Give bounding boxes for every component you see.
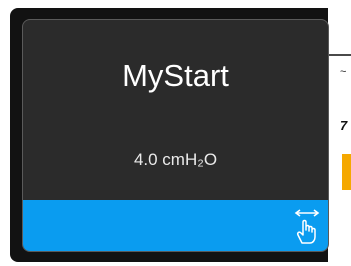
background-glyph: 7 bbox=[340, 118, 348, 133]
pressure-value: 4.0 cmH₂O bbox=[133, 150, 218, 169]
mystart-card[interactable]: MyStart 4.0 cmH₂O bbox=[22, 19, 329, 252]
background-screen bbox=[328, 8, 351, 262]
card-title: MyStart bbox=[122, 58, 229, 93]
background-divider bbox=[328, 54, 351, 56]
swipe-hand-icon bbox=[294, 209, 320, 244]
background-amber-block bbox=[342, 154, 351, 190]
swipe-bar[interactable] bbox=[23, 200, 328, 251]
background-glyph: ~ bbox=[340, 66, 347, 78]
